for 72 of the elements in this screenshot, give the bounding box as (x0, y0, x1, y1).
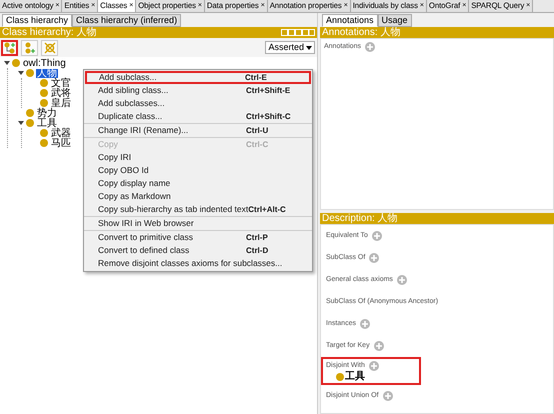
panel-tab[interactable]: Class hierarchy (2, 14, 72, 27)
delete-class-icon (44, 42, 56, 54)
toolbar-button[interactable] (1, 40, 18, 56)
add-icon[interactable] (360, 319, 370, 329)
menu-label: Copy IRI (98, 151, 132, 164)
menu-label: Remove disjoint classes axioms for subclasses... (98, 257, 282, 270)
menu-shortcut: Ctrl+Shift-E (246, 84, 292, 96)
menu-shortcut: Ctrl-P (246, 232, 269, 244)
menu-label: Copy display name (98, 177, 170, 190)
expand-toggle-icon[interactable] (4, 60, 10, 66)
view-controls-icon[interactable] (281, 29, 315, 36)
menu-label: Show IRI in Web browser (98, 217, 194, 230)
view-dropdown[interactable]: Asserted (265, 41, 315, 54)
add-icon[interactable] (374, 341, 384, 351)
menu-item[interactable]: Convert to primitive class Ctrl-P (84, 231, 312, 244)
menu-item[interactable]: Copy display name (84, 177, 312, 190)
menu-item[interactable]: Copy as Markdown (84, 190, 312, 203)
menu-item[interactable]: Copy sub-hierarchy as tab indented textCtrl+Alt-C (84, 203, 312, 216)
tree-item[interactable]: 武器 (50, 128, 72, 138)
panel-tab[interactable]: Class hierarchy (inferred) (72, 14, 182, 27)
tree-item[interactable]: owl:Thing (22, 58, 67, 68)
add-icon[interactable] (396, 275, 407, 285)
menu-item[interactable]: Convert to defined class Ctrl-D (84, 244, 312, 257)
expand-toggle-icon[interactable] (18, 120, 24, 126)
menu-label: Convert to primitive class (98, 231, 193, 244)
tree-item[interactable]: 势力 (36, 108, 58, 118)
tree-item[interactable]: 文官 (50, 78, 72, 88)
panel-tab[interactable]: Usage (378, 14, 412, 27)
add-subclass-icon (4, 42, 16, 54)
panel-title: Class hierarchy: 人物 (2, 27, 96, 38)
menu-label: Change IRI (Rename)... (98, 124, 188, 137)
panel-title: Annotations: 人物 (322, 27, 400, 38)
tree-item[interactable]: 马匹 (50, 138, 72, 148)
class-icon (336, 373, 344, 381)
menu-label: Copy OBO Id (98, 164, 149, 177)
menu-shortcut: Ctrl+Alt-C (248, 204, 287, 216)
tree-item[interactable]: 皇后 (50, 98, 72, 108)
menu-item[interactable]: Add sibling class... Ctrl+Shift-E (84, 84, 312, 97)
menu-label: Copy sub-hierarchy as tab indented text (98, 203, 248, 216)
expand-toggle-icon[interactable] (18, 70, 24, 76)
menu-shortcut: Ctrl+Shift-C (246, 110, 292, 122)
add-icon[interactable] (372, 231, 382, 241)
menu-label: Copy (98, 138, 118, 151)
panel-title: Description: 人物 (322, 213, 398, 224)
menu-shortcut: Ctrl-U (246, 124, 270, 136)
menu-item[interactable]: Add subclass... Ctrl-E (85, 71, 311, 84)
menu-label: Convert to defined class (98, 244, 190, 257)
add-icon[interactable] (382, 391, 393, 401)
menu-item[interactable]: Duplicate class... Ctrl+Shift-C (84, 110, 312, 123)
menu-item[interactable]: Copy OBO Id (84, 164, 312, 177)
menu-label: Add subclasses... (98, 97, 165, 110)
add-sibling-icon (24, 42, 36, 54)
dropdown-caret-icon (306, 46, 312, 50)
menu-item[interactable]: Show IRI in Web browser (84, 217, 312, 230)
menu-shortcut: Ctrl-C (246, 138, 270, 150)
add-icon[interactable] (368, 361, 379, 371)
menu-item[interactable]: Change IRI (Rename)... Ctrl-U (84, 124, 312, 137)
menu-item[interactable]: Add subclasses... (84, 97, 312, 110)
menu-item[interactable]: Remove disjoint classes axioms for subclasses... (84, 257, 312, 270)
add-icon[interactable] (369, 253, 380, 263)
menu-label: Add subclass... (99, 71, 157, 84)
menu-label: Duplicate class... (98, 110, 162, 123)
panel-tab[interactable]: Annotations (322, 14, 378, 27)
class-item[interactable]: 工具 (345, 372, 365, 382)
tree-item[interactable]: 武将 (50, 88, 72, 98)
menu-shortcut: Ctrl-D (246, 244, 270, 256)
tree-item[interactable]: 工具 (36, 118, 58, 128)
menu-item[interactable]: Copy IRI (84, 151, 312, 164)
menu-label: Add sibling class... (98, 84, 168, 97)
add-icon[interactable] (364, 42, 375, 52)
menu-shortcut: Ctrl-E (245, 72, 268, 84)
menu-label: Copy as Markdown (98, 190, 171, 203)
